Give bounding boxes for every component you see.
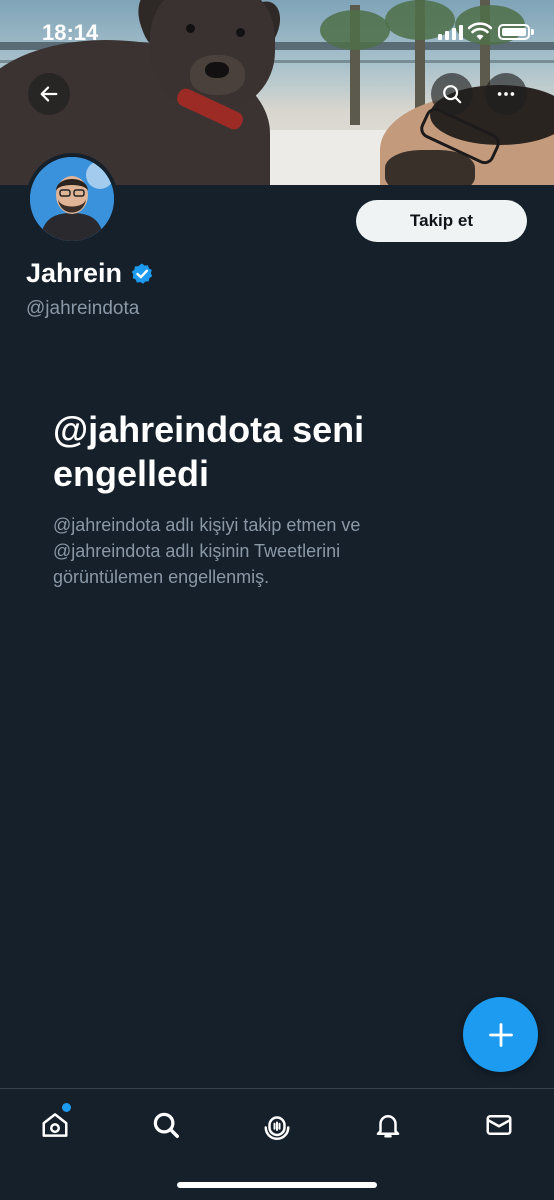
profile-name-row: Jahrein (26, 258, 154, 289)
home-indicator[interactable] (177, 1182, 377, 1188)
wifi-icon (468, 22, 492, 40)
nav-spaces[interactable] (257, 1105, 297, 1145)
avatar-image (30, 157, 114, 241)
avatar[interactable] (26, 153, 118, 245)
blocked-title: @jahreindota seni engelledi (53, 409, 365, 494)
spaces-icon (264, 1116, 290, 1140)
mail-icon (486, 1115, 512, 1135)
nav-notifications[interactable] (368, 1105, 408, 1145)
search-icon (153, 1112, 179, 1138)
status-time: 18:14 (42, 20, 99, 45)
status-bar: 18:14 (0, 0, 554, 60)
arrow-left-icon (40, 86, 58, 102)
verified-badge-icon[interactable] (130, 262, 154, 286)
home-icon (42, 1113, 68, 1137)
blocked-description: @jahreindota adlı kişiyi takip etmen ve … (53, 515, 361, 587)
cellular-signal-icon (438, 24, 463, 40)
more-horizontal-icon (497, 92, 515, 96)
home-notification-dot (62, 1103, 71, 1112)
nav-search[interactable] (146, 1105, 186, 1145)
display-name: Jahrein (26, 258, 123, 288)
nav-messages[interactable] (479, 1105, 519, 1145)
profile-handle: @jahreindota (26, 298, 140, 319)
more-button[interactable] (485, 73, 527, 115)
follow-button[interactable]: Takip et (356, 200, 527, 242)
search-button[interactable] (431, 73, 473, 115)
search-icon (443, 85, 462, 104)
bell-icon (376, 1115, 400, 1138)
back-button[interactable] (28, 73, 70, 115)
battery-icon (498, 24, 530, 40)
plus-icon (488, 1022, 513, 1047)
compose-tweet-button[interactable] (463, 997, 538, 1072)
